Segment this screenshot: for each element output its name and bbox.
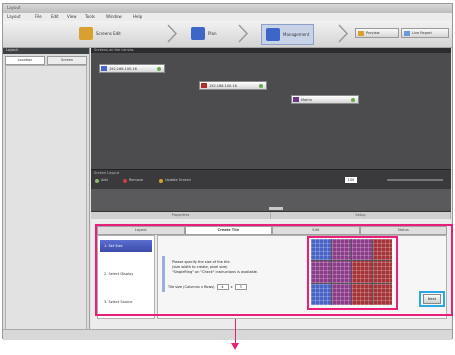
update-screen-icon — [159, 179, 163, 183]
size-separator: x — [230, 285, 233, 289]
display-icon — [201, 83, 207, 88]
tile-cell[interactable] — [331, 239, 351, 261]
tile-cell[interactable] — [372, 261, 392, 283]
tab-layout[interactable]: Layout — [97, 226, 185, 235]
left-panel-title: Layout — [3, 48, 89, 54]
preview-icon — [358, 31, 364, 36]
canvas-footer: Screen Layout Add Remove Update Screen 1… — [91, 169, 451, 189]
title-bar: Layout — [3, 4, 452, 13]
wizard-step-screens-edit[interactable]: Screens Edit — [79, 24, 121, 43]
screens-edit-icon — [79, 27, 93, 40]
node-label: Matrix — [301, 97, 313, 102]
left-panel: Layout Location Screen — [3, 48, 90, 340]
tile-preview-grid — [311, 239, 392, 305]
columns-input[interactable]: 4 — [216, 284, 229, 290]
display-icon — [101, 66, 107, 71]
canvas-node[interactable]: Matrix — [291, 95, 359, 104]
zoom-slider[interactable] — [387, 179, 443, 181]
footer-title: Screen Layout — [94, 171, 120, 175]
add-button[interactable]: Add — [101, 178, 108, 182]
live-report-icon — [404, 31, 410, 36]
tile-cell[interactable] — [352, 239, 372, 261]
zoom-field[interactable]: 100 — [345, 177, 357, 183]
status-ok-icon — [351, 98, 355, 102]
splitter-handle[interactable] — [269, 207, 283, 210]
canvas-node[interactable]: 192.168.100.16 — [199, 81, 267, 90]
tile-cell[interactable] — [352, 261, 372, 283]
tile-cell[interactable] — [352, 283, 372, 305]
node-label: 192.168.100.16 — [209, 83, 237, 88]
preview-button[interactable]: Preview — [355, 28, 399, 38]
left-panel-tabs: Location Screen — [5, 56, 87, 65]
wizard-step-plan[interactable]: Plan — [191, 24, 217, 43]
tab-edit[interactable]: Edit — [272, 226, 360, 235]
live-report-button[interactable]: Live Report — [401, 28, 449, 38]
tile-cell[interactable] — [331, 261, 351, 283]
menu-item-view[interactable]: View — [67, 14, 77, 19]
wizard-step-label: Plan — [208, 31, 217, 36]
chevron-right-icon — [338, 24, 349, 43]
tile-cell[interactable] — [331, 283, 351, 305]
step-content: Please specify the size of the tile. (si… — [157, 235, 447, 319]
window-title: Layout — [7, 5, 21, 10]
canvas-node[interactable]: 192.168.100.16 — [99, 64, 165, 73]
menu-item-window[interactable]: Window — [106, 14, 122, 19]
status-ok-icon — [157, 67, 161, 71]
step-set-size[interactable]: 1. Set Size — [100, 240, 152, 252]
wizard-bar: Screens Edit Plan Management Preview Liv… — [3, 21, 452, 48]
menu-item-file[interactable]: File — [35, 14, 42, 19]
step-select-source[interactable]: 3. Select Source — [100, 296, 152, 308]
left-panel-list[interactable] — [5, 65, 87, 337]
tile-cell[interactable] — [372, 283, 392, 305]
create-tile-tabs: Layout Create Tile Edit Status — [97, 226, 447, 235]
plan-icon — [191, 27, 205, 40]
tile-cell[interactable] — [311, 239, 331, 261]
bottom-tabs: Properties Setup — [91, 212, 451, 219]
node-label: 192.168.100.16 — [109, 66, 137, 71]
bottom-panel: Properties Setup Layout Create Tile Edit… — [91, 212, 451, 340]
step-select-display[interactable]: 2. Select Display — [100, 268, 152, 280]
tab-status[interactable]: Status — [359, 226, 447, 235]
tile-cell[interactable] — [372, 239, 392, 261]
wizard-step-label: Screens Edit — [96, 31, 121, 36]
rows-input[interactable]: 3 — [234, 284, 247, 290]
status-ok-icon — [259, 84, 263, 88]
step-indicator — [162, 256, 165, 292]
chevron-right-icon — [167, 24, 178, 43]
update-screen-button[interactable]: Update Screen — [165, 178, 191, 182]
wizard-step-management[interactable]: Management — [261, 24, 315, 45]
tab-create-tile[interactable]: Create Tile — [184, 226, 272, 235]
tab-location[interactable]: Location — [5, 56, 45, 65]
live-report-label: Live Report — [412, 31, 432, 35]
tab-setup[interactable]: Setup — [271, 212, 451, 219]
instruction-line: "SingleRing" on "Check" instructions is … — [172, 270, 258, 274]
menu-item-tools[interactable]: Tools — [85, 14, 95, 19]
next-button[interactable]: Next — [423, 294, 441, 304]
arrow-down-icon — [231, 343, 239, 350]
tab-screen[interactable]: Screen — [47, 56, 87, 65]
add-icon — [95, 179, 99, 183]
layout-canvas[interactable]: Screens on the canvas 192.168.100.16 192… — [91, 48, 451, 189]
preview-label: Preview — [366, 31, 380, 35]
tile-cell[interactable] — [311, 261, 331, 283]
management-icon — [266, 28, 280, 41]
canvas-scroll-area — [91, 189, 451, 212]
instruction-text: Please specify the size of the tile. (si… — [172, 260, 302, 275]
menu-item-help[interactable]: Help — [133, 14, 142, 19]
matrix-icon — [293, 97, 299, 102]
menu-item-edit[interactable]: Edit — [51, 14, 59, 19]
tile-cell[interactable] — [311, 283, 331, 305]
tile-size-row: Tile size (Columns x Rows) 4 x 3 — [168, 284, 247, 290]
tile-size-label: Tile size (Columns x Rows) — [168, 285, 215, 289]
chevron-right-icon — [238, 24, 249, 43]
remove-icon — [123, 179, 127, 183]
canvas-title: Screens on the canvas — [91, 48, 451, 53]
wizard-step-label: Management — [283, 32, 310, 37]
remove-button[interactable]: Remove — [129, 178, 143, 182]
status-bar — [3, 329, 452, 340]
tab-properties[interactable]: Properties — [91, 212, 271, 219]
wizard-steps-sidebar: 1. Set Size 2. Select Display 3. Select … — [97, 235, 155, 319]
menu-item-layout[interactable]: Layout — [7, 14, 21, 19]
